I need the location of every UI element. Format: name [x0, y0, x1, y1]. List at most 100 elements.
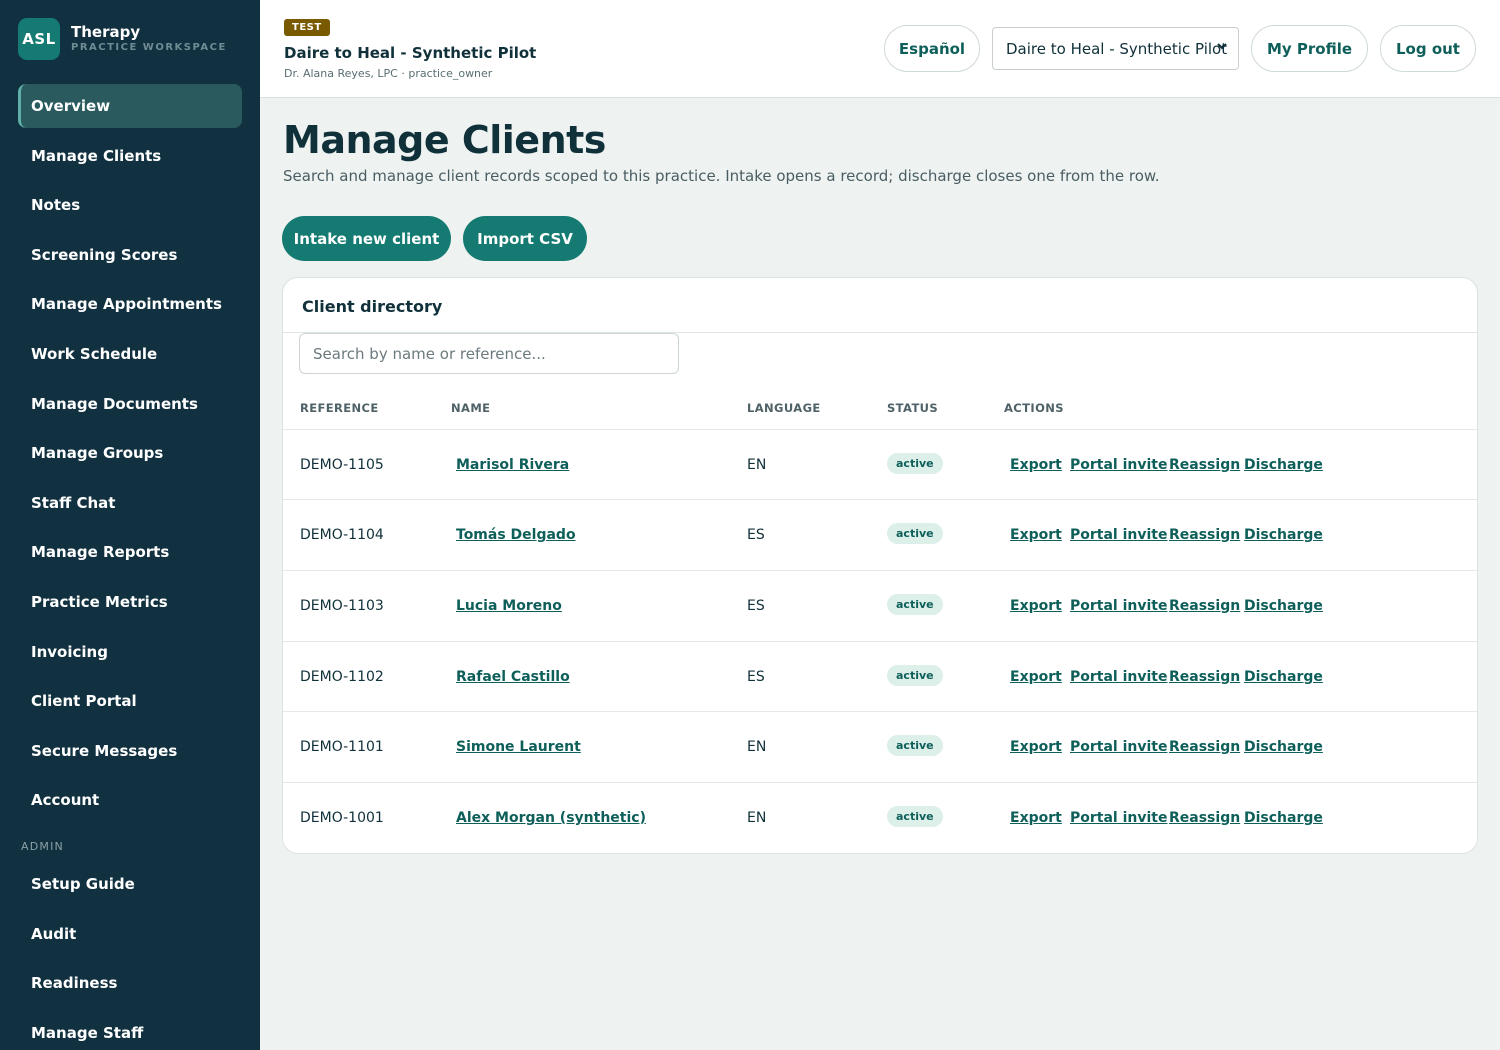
export-link[interactable]: Export	[1010, 527, 1062, 543]
table-row: DEMO-1105 Marisol Rivera EN active Expor…	[283, 429, 1477, 500]
cell-reference: DEMO-1104	[300, 527, 384, 543]
top-header: TEST Daire to Heal - Synthetic Pilot Dr.…	[260, 0, 1500, 98]
logout-button[interactable]: Log out	[1380, 25, 1476, 72]
reassign-link[interactable]: Reassign	[1169, 457, 1240, 473]
column-header-reference: REFERENCE	[300, 401, 379, 415]
discharge-link[interactable]: Discharge	[1244, 810, 1323, 826]
sidebar-nav: Overview Manage Clients Notes Screening …	[18, 84, 242, 828]
sidebar: ASL Therapy PRACTICE WORKSPACE Overview …	[0, 0, 260, 1050]
portal-invite-link[interactable]: Portal invite	[1070, 527, 1167, 543]
search-input[interactable]	[299, 333, 679, 374]
sidebar-item-manage-groups[interactable]: Manage Groups	[18, 431, 242, 475]
cell-reference: DEMO-1001	[300, 810, 384, 826]
cell-language: ES	[747, 669, 765, 685]
status-badge: active	[887, 522, 943, 544]
cell-language: EN	[747, 457, 767, 473]
intake-new-client-button[interactable]: Intake new client	[282, 216, 451, 261]
status-badge: active	[887, 452, 943, 474]
sidebar-item-manage-documents[interactable]: Manage Documents	[18, 382, 242, 426]
cell-language: EN	[747, 739, 767, 755]
sidebar-item-manage-staff[interactable]: Manage Staff	[18, 1011, 242, 1050]
client-name-link[interactable]: Rafael Castillo	[456, 669, 570, 685]
sidebar-item-invoicing[interactable]: Invoicing	[18, 630, 242, 674]
environment-badge: TEST	[284, 19, 330, 36]
practice-select[interactable]: Daire to Heal - Synthetic Pilot	[992, 27, 1239, 70]
column-header-status: STATUS	[887, 401, 939, 415]
practice-title: Daire to Heal - Synthetic Pilot	[284, 44, 537, 62]
language-toggle-button[interactable]: Español	[884, 25, 980, 72]
discharge-link[interactable]: Discharge	[1244, 739, 1323, 755]
cell-reference: DEMO-1101	[300, 739, 384, 755]
sidebar-item-secure-messages[interactable]: Secure Messages	[18, 729, 242, 773]
client-name-link[interactable]: Marisol Rivera	[456, 457, 569, 473]
discharge-link[interactable]: Discharge	[1244, 457, 1323, 473]
portal-invite-link[interactable]: Portal invite	[1070, 598, 1167, 614]
brand-subtitle: PRACTICE WORKSPACE	[71, 42, 227, 53]
client-name-link[interactable]: Alex Morgan (synthetic)	[456, 810, 646, 826]
cell-reference: DEMO-1102	[300, 669, 384, 685]
import-csv-button[interactable]: Import CSV	[463, 216, 587, 261]
page-description: Search and manage client records scoped …	[283, 167, 1160, 185]
portal-invite-link[interactable]: Portal invite	[1070, 810, 1167, 826]
reassign-link[interactable]: Reassign	[1169, 739, 1240, 755]
cell-language: ES	[747, 598, 765, 614]
sidebar-item-account[interactable]: Account	[18, 778, 242, 822]
sidebar-item-client-portal[interactable]: Client Portal	[18, 679, 242, 723]
table-row: DEMO-1104 Tomás Delgado ES active Export…	[283, 499, 1477, 570]
status-badge: active	[887, 664, 943, 686]
reassign-link[interactable]: Reassign	[1169, 527, 1240, 543]
sidebar-item-work-schedule[interactable]: Work Schedule	[18, 332, 242, 376]
portal-invite-link[interactable]: Portal invite	[1070, 739, 1167, 755]
discharge-link[interactable]: Discharge	[1244, 598, 1323, 614]
sidebar-item-manage-reports[interactable]: Manage Reports	[18, 530, 242, 574]
sidebar-item-overview[interactable]: Overview	[18, 84, 242, 128]
sidebar-item-manage-clients[interactable]: Manage Clients	[18, 134, 242, 178]
export-link[interactable]: Export	[1010, 457, 1062, 473]
discharge-link[interactable]: Discharge	[1244, 669, 1323, 685]
sidebar-item-staff-chat[interactable]: Staff Chat	[18, 481, 242, 525]
sidebar-admin-nav: Setup Guide Audit Readiness Manage Staff	[18, 862, 242, 1050]
table-row: DEMO-1001 Alex Morgan (synthetic) EN act…	[283, 782, 1477, 853]
sidebar-item-practice-metrics[interactable]: Practice Metrics	[18, 580, 242, 624]
practice-select-value: Daire to Heal - Synthetic Pilot	[1006, 39, 1228, 58]
column-header-language: LANGUAGE	[747, 401, 821, 415]
reassign-link[interactable]: Reassign	[1169, 669, 1240, 685]
portal-invite-link[interactable]: Portal invite	[1070, 669, 1167, 685]
sidebar-item-readiness[interactable]: Readiness	[18, 961, 242, 1005]
export-link[interactable]: Export	[1010, 669, 1062, 685]
client-directory-card: Client directory REFERENCE NAME LANGUAGE…	[282, 277, 1478, 854]
table-row: DEMO-1103 Lucia Moreno ES active Export …	[283, 570, 1477, 641]
cell-language: ES	[747, 527, 765, 543]
export-link[interactable]: Export	[1010, 810, 1062, 826]
page-title: Manage Clients	[283, 118, 606, 162]
brand[interactable]: ASL Therapy PRACTICE WORKSPACE	[18, 18, 227, 60]
sidebar-item-setup-guide[interactable]: Setup Guide	[18, 862, 242, 906]
my-profile-button[interactable]: My Profile	[1251, 25, 1368, 72]
client-name-link[interactable]: Simone Laurent	[456, 739, 581, 755]
brand-logo: ASL	[18, 18, 60, 60]
sidebar-item-notes[interactable]: Notes	[18, 183, 242, 227]
cell-language: EN	[747, 810, 767, 826]
sidebar-item-audit[interactable]: Audit	[18, 912, 242, 956]
brand-title: Therapy	[71, 23, 141, 41]
user-role-line: Dr. Alana Reyes, LPC · practice_owner	[284, 67, 493, 80]
export-link[interactable]: Export	[1010, 739, 1062, 755]
sidebar-item-manage-appointments[interactable]: Manage Appointments	[18, 282, 242, 326]
chevron-down-icon	[1216, 40, 1228, 55]
status-badge: active	[887, 734, 943, 756]
sidebar-item-screening-scores[interactable]: Screening Scores	[18, 233, 242, 277]
table-row: DEMO-1101 Simone Laurent EN active Expor…	[283, 711, 1477, 782]
column-header-actions: ACTIONS	[1004, 401, 1064, 415]
reassign-link[interactable]: Reassign	[1169, 810, 1240, 826]
column-header-name: NAME	[451, 401, 491, 415]
export-link[interactable]: Export	[1010, 598, 1062, 614]
cell-reference: DEMO-1103	[300, 598, 384, 614]
reassign-link[interactable]: Reassign	[1169, 598, 1240, 614]
portal-invite-link[interactable]: Portal invite	[1070, 457, 1167, 473]
status-badge: active	[887, 593, 943, 615]
client-name-link[interactable]: Tomás Delgado	[456, 527, 576, 543]
discharge-link[interactable]: Discharge	[1244, 527, 1323, 543]
sidebar-section-admin: ADMIN	[21, 840, 64, 853]
card-title: Client directory	[302, 297, 443, 316]
client-name-link[interactable]: Lucia Moreno	[456, 598, 562, 614]
